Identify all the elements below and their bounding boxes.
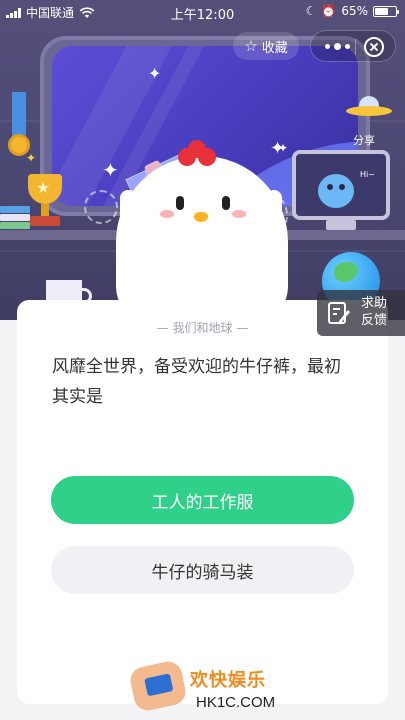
star-icon: ✦ — [148, 64, 162, 83]
miniprogram-capsule — [310, 30, 396, 62]
chicken-comb — [178, 140, 218, 170]
answer-option-label: 工人的工作服 — [151, 492, 254, 513]
battery-percent: 65% — [341, 4, 368, 18]
favorite-label: 收藏 — [261, 40, 288, 56]
share-ufo-icon[interactable] — [346, 96, 392, 118]
help-label: 求助 — [361, 296, 388, 311]
alarm-icon: ⏰ — [321, 4, 337, 18]
alien-illustration — [318, 174, 354, 208]
chicken-cheek — [160, 210, 174, 218]
moon-icon: ☾ — [305, 4, 317, 18]
orbit-circle — [84, 190, 118, 224]
chicken-beak — [194, 212, 208, 222]
medal-ribbon — [12, 92, 26, 138]
books-illustration — [0, 206, 30, 230]
medal-icon — [8, 134, 30, 156]
watermark-title: 欢快娱乐 — [190, 670, 266, 691]
status-bar: 中国联通 上午12:00 ☾ ⏰ 65% — [0, 0, 405, 24]
question-card: — 我们和地球 — 风靡全世界，备受欢迎的牛仔裤，最初其实是 工人的工作服 牛仔… — [17, 300, 388, 704]
help-feedback-button[interactable]: 求助 反馈 — [317, 290, 405, 336]
sparkle-icon: ✦ — [26, 151, 37, 165]
battery-icon — [373, 5, 399, 17]
sparkle-icon: ✦ — [102, 158, 119, 182]
answer-option-a[interactable]: 工人的工作服 — [51, 476, 354, 524]
watermark-url: HK1C.COM — [196, 694, 276, 711]
site-watermark: 欢快娱乐 HK1C.COM — [126, 659, 296, 720]
monitor-stand — [326, 220, 356, 230]
sparkle-icon: ✦ — [270, 138, 286, 159]
favorite-button[interactable]: ☆ 收藏 — [233, 32, 299, 60]
feedback-label: 反馈 — [361, 313, 388, 328]
gamepad-logo — [127, 659, 189, 713]
battery-fill — [375, 7, 388, 15]
monitor-text: Hi~ — [360, 170, 375, 179]
question-text: 风靡全世界，备受欢迎的牛仔裤，最初其实是 — [52, 357, 341, 407]
chicken-eye — [222, 196, 230, 210]
answer-option-label: 牛仔的骑马装 — [151, 562, 254, 583]
answer-option-b[interactable]: 牛仔的骑马装 — [51, 546, 354, 594]
chicken-eye — [176, 196, 184, 210]
edit-note-icon — [328, 302, 350, 324]
more-icon[interactable] — [323, 39, 351, 53]
close-icon[interactable] — [364, 37, 384, 57]
chicken-wing — [266, 190, 282, 224]
capsule-divider — [355, 39, 356, 55]
chicken-cheek — [232, 210, 246, 218]
star-outline-icon: ☆ — [244, 36, 258, 55]
share-label[interactable]: 分享 — [342, 132, 386, 148]
chicken-wing — [120, 190, 136, 224]
